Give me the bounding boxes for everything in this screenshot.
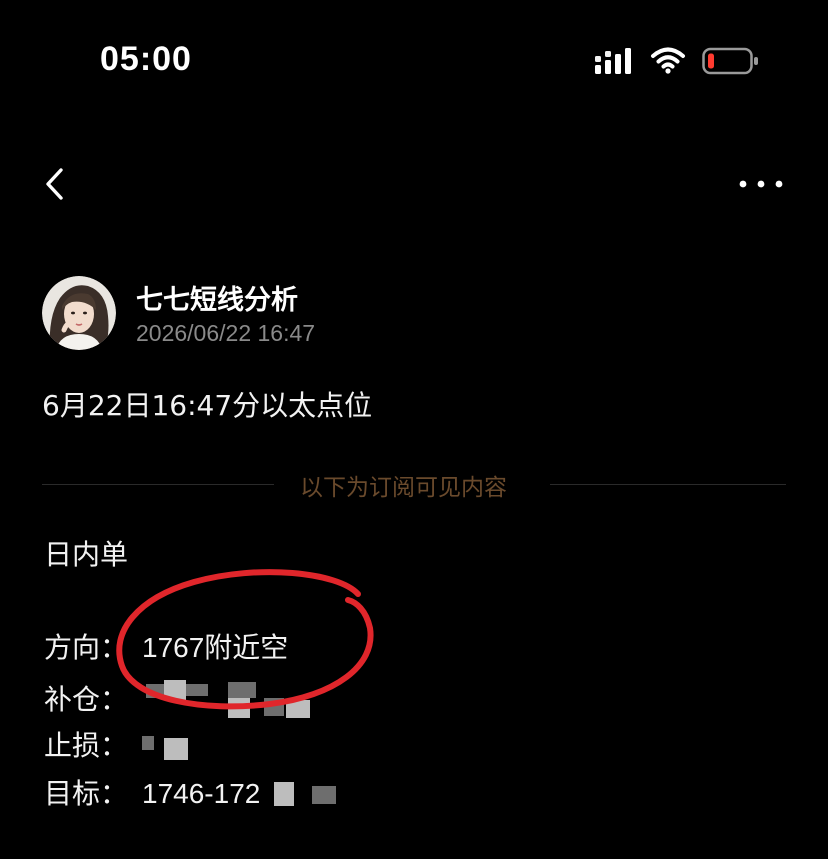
divider-line <box>42 484 274 485</box>
field-label: 补仓： <box>44 683 129 716</box>
field-add-position: 补仓： <box>44 678 142 720</box>
field-direction: 方向： 1767附近空 <box>44 626 288 668</box>
field-stop-loss: 止损： <box>44 724 142 766</box>
redaction-block <box>228 698 250 718</box>
redaction-block <box>228 682 256 698</box>
redaction-block <box>146 684 164 698</box>
redaction-block <box>286 700 310 718</box>
status-time: 05:00 <box>100 40 192 78</box>
avatar[interactable] <box>42 276 116 350</box>
field-value: 1767附近空 <box>142 632 289 663</box>
redaction-block <box>312 786 336 804</box>
battery-icon <box>702 47 758 75</box>
field-value: 1746-172 <box>142 778 261 809</box>
redaction-block <box>164 738 188 760</box>
subscription-divider-label: 以下为订阅可见内容 <box>300 475 507 501</box>
wifi-icon <box>651 47 685 74</box>
subscription-divider: 以下为订阅可见内容 <box>42 466 786 502</box>
author-name[interactable]: 七七短线分析 <box>136 278 298 317</box>
status-bar: 05:00 <box>0 0 828 120</box>
chevron-left-icon <box>46 168 63 200</box>
more-horizontal-icon <box>739 180 783 188</box>
nav-bar <box>0 150 828 220</box>
post-timestamp: 2026/06/22 16:47 <box>136 320 316 346</box>
field-target: 目标： 1746-172 <box>44 772 260 814</box>
field-label: 方向： <box>44 631 129 664</box>
section-label: 日内单 <box>44 538 129 571</box>
redaction-block <box>164 680 186 700</box>
back-button[interactable] <box>36 164 76 204</box>
redaction-block <box>274 782 294 806</box>
author-row: 七七短线分析 2026/06/22 16:47 <box>42 276 782 352</box>
field-label: 止损： <box>44 729 129 762</box>
more-button[interactable] <box>736 172 786 196</box>
signal-icon <box>595 48 631 74</box>
redaction-block <box>186 684 208 696</box>
redaction-block <box>264 698 284 716</box>
divider-line <box>550 484 786 485</box>
post-title: 6月22日16:47分以太点位 <box>42 389 373 422</box>
field-label: 目标： <box>44 777 129 810</box>
redaction-block <box>142 736 154 750</box>
